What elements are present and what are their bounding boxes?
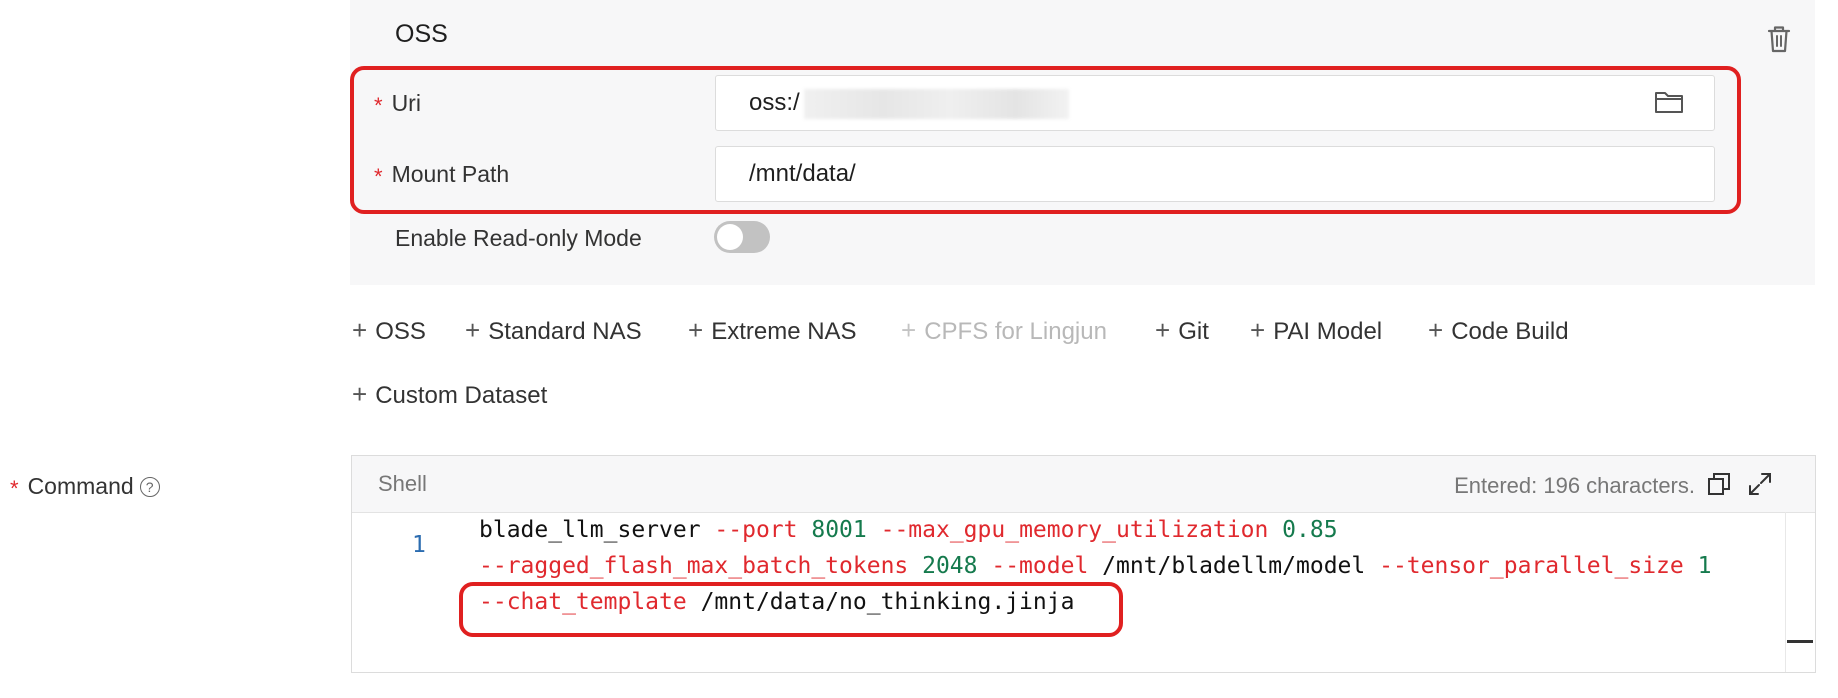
read-only-label: Enable Read-only Mode (395, 225, 642, 251)
panel-title: OSS (395, 20, 448, 48)
code-line-2: --ragged_flash_max_batch_tokens 2048 --m… (479, 548, 1711, 584)
code-token: 1 (1697, 553, 1712, 579)
plus-icon: + (901, 315, 917, 345)
expand-icon[interactable] (1747, 471, 1773, 497)
add-extreme-nas-button[interactable]: + Extreme NAS (688, 315, 857, 346)
uri-input[interactable]: oss:/ (715, 75, 1715, 131)
add-oss-button[interactable]: + OSS (352, 315, 426, 346)
uri-value: oss:/ (749, 89, 800, 116)
required-asterisk: * (10, 476, 19, 501)
plus-icon: + (1250, 315, 1266, 345)
plus-icon: + (1155, 315, 1171, 345)
mount-path-label: * Mount Path (374, 161, 510, 189)
code-token: --ragged_flash_max_batch_tokens (479, 553, 923, 579)
line-number: 1 (412, 532, 426, 558)
editor-scrollbar[interactable] (1785, 512, 1786, 672)
code-token: /mnt/data/no_thinking.jinja (700, 589, 1075, 615)
code-token: blade_llm_server (479, 517, 715, 543)
code-area[interactable]: 1 blade_llm_server --port 8001 --max_gpu… (352, 512, 1815, 672)
plus-icon: + (352, 315, 368, 345)
add-standard-nas-button[interactable]: + Standard NAS (465, 315, 642, 346)
plus-icon: + (465, 315, 481, 345)
code-line-1: blade_llm_server --port 8001 --max_gpu_m… (479, 512, 1338, 548)
code-token: 0.85 (1282, 517, 1338, 543)
uri-label: * Uri (374, 90, 421, 118)
code-token: --port (714, 517, 812, 543)
plus-icon: + (352, 379, 368, 409)
plus-icon: + (688, 315, 704, 345)
trash-icon[interactable] (1766, 24, 1792, 54)
toggle-knob (717, 224, 743, 250)
plus-icon: + (1428, 315, 1444, 345)
code-token: 8001 (811, 517, 881, 543)
editor-header: Shell Entered: 196 characters. (352, 456, 1815, 513)
required-asterisk: * (374, 164, 383, 189)
read-only-toggle[interactable] (714, 221, 770, 253)
code-token: --model (991, 553, 1103, 579)
add-code-build-button[interactable]: + Code Build (1428, 315, 1569, 346)
code-token: --max_gpu_memory_utilization (880, 517, 1283, 543)
scrollbar-thumb[interactable] (1787, 640, 1813, 643)
command-label: * Command? (10, 473, 160, 501)
code-token: /mnt/bladellm/model (1102, 553, 1380, 579)
required-asterisk: * (374, 93, 383, 118)
command-editor[interactable]: Shell Entered: 196 characters. 1 blade_l… (351, 455, 1816, 673)
mount-path-value: /mnt/data/ (749, 160, 856, 187)
character-counter: Entered: 196 characters. (1454, 473, 1695, 498)
add-cpfs-lingjun-button: + CPFS for Lingjun (901, 315, 1107, 345)
add-git-button[interactable]: + Git (1155, 315, 1209, 346)
add-pai-model-button[interactable]: + PAI Model (1250, 315, 1382, 346)
code-line-3: --chat_template /mnt/data/no_thinking.ji… (479, 584, 1074, 620)
copy-icon[interactable] (1707, 472, 1731, 496)
code-token: --tensor_parallel_size (1379, 553, 1698, 579)
code-token: 2048 (922, 553, 992, 579)
code-token: --chat_template (479, 589, 701, 615)
editor-language: Shell (378, 471, 427, 496)
redacted-bucket-path (804, 89, 1069, 119)
question-circle-icon[interactable]: ? (139, 477, 160, 497)
add-custom-dataset-button[interactable]: + Custom Dataset (352, 379, 547, 410)
folder-icon[interactable] (1654, 89, 1684, 115)
mount-path-input[interactable]: /mnt/data/ (715, 146, 1715, 202)
